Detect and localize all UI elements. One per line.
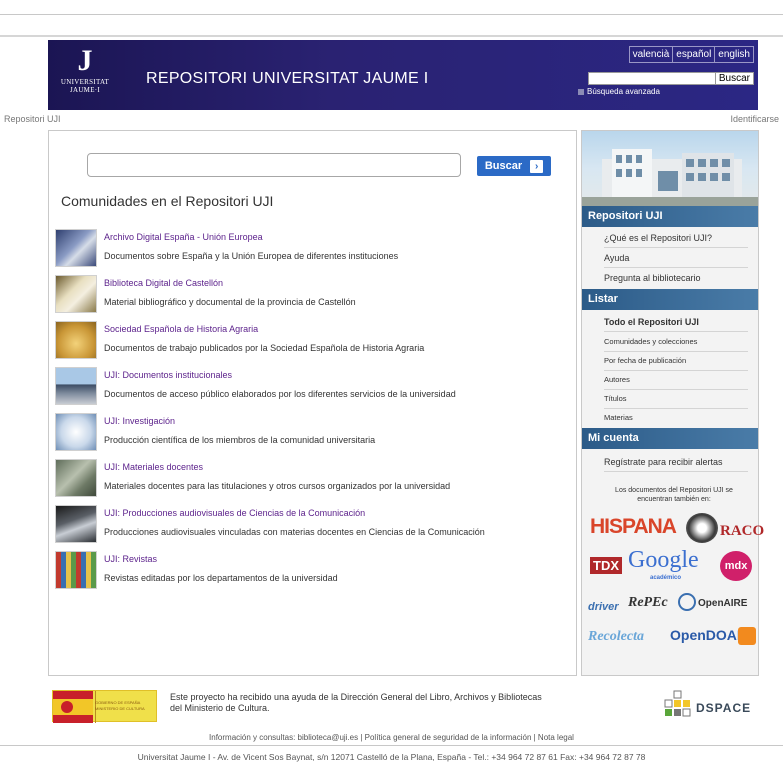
sidebar-item-fecha[interactable]: Por fecha de publicación — [604, 352, 748, 371]
community-link[interactable]: Sociedad Española de Historia Agraria — [104, 324, 258, 334]
community-item: UJI: Investigación Producción científica… — [55, 413, 575, 455]
header-search-input[interactable] — [587, 72, 716, 85]
sidebar-item-alertas[interactable]: Regístrate para recibir alertas — [604, 453, 748, 472]
community-description: Documentos de acceso público elaborados … — [104, 389, 456, 399]
advanced-search-label: Búsqueda avanzada — [587, 87, 660, 96]
driver-logo[interactable]: driver — [588, 601, 619, 613]
community-item: Archivo Digital España - Unión Europea D… — [55, 229, 575, 271]
community-link[interactable]: UJI: Documentos institucionales — [104, 370, 232, 380]
language-switcher: valencià español english — [628, 46, 754, 63]
sidebar-item-materias[interactable]: Materias — [604, 409, 748, 428]
site-title[interactable]: REPOSITORI UNIVERSITAT JAUME I — [146, 70, 429, 88]
dspace-logo[interactable]: DSPACE — [660, 690, 755, 722]
project-text: Este proyecto ha recibido una ayuda de l… — [170, 692, 542, 713]
community-description: Documentos sobre España y la Unión Europ… — [104, 251, 399, 261]
header-search-button[interactable]: Buscar — [715, 72, 754, 85]
logo-mark: J — [77, 44, 93, 77]
mdx-logo[interactable]: mdx — [720, 551, 752, 581]
chevron-right-icon: › — [530, 159, 544, 173]
partners-note: Los documentos del Repositori UJI se enc… — [615, 487, 733, 503]
advanced-search-link[interactable]: Búsqueda avanzada — [578, 87, 660, 96]
university-logo[interactable]: J UNIVERSITAT JAUME·I — [54, 44, 116, 106]
logo-line-2: JAUME·I — [69, 86, 101, 94]
campus-building-image — [582, 131, 758, 206]
sidebar-item-comunidades[interactable]: Comunidades y colecciones — [604, 333, 748, 352]
opendoar-logo[interactable]: OpenDOAR — [670, 627, 747, 643]
community-thumbnail[interactable] — [55, 505, 97, 543]
community-description: Producciones audiovisuales vinculadas co… — [104, 527, 485, 537]
gobierno-logo-text: GOBIERNO DE ESPAÑA MINISTERIO DE CULTURA — [95, 700, 145, 711]
community-description: Producción científica de los miembros de… — [104, 435, 376, 445]
main-content: Buscar › Comunidades en el Repositori UJ… — [48, 130, 577, 676]
footer-divider — [0, 745, 783, 746]
sidebar-item-que-es[interactable]: ¿Qué es el Repositori UJI? — [604, 229, 748, 248]
google-scholar-sublabel: académico — [650, 575, 682, 581]
top-divider — [0, 14, 783, 15]
recolecta-logo[interactable]: Recolecta — [588, 629, 644, 645]
sidebar-item-pregunta[interactable]: Pregunta al bibliotecario — [604, 269, 748, 288]
community-item: UJI: Producciones audiovisuales de Cienc… — [55, 505, 575, 547]
header-banner: J UNIVERSITAT JAUME·I REPOSITORI UNIVERS… — [48, 40, 758, 110]
community-item: Biblioteca Digital de Castellón Material… — [55, 275, 575, 317]
lang-espanol-link[interactable]: español — [672, 47, 714, 62]
lang-english-link[interactable]: english — [714, 47, 753, 62]
sidebar-heading-mi-cuenta: Mi cuenta — [582, 428, 758, 449]
sidebar: Repositori UJI ¿Qué es el Repositori UJI… — [581, 130, 764, 676]
rss-icon[interactable] — [738, 627, 756, 645]
community-link[interactable]: UJI: Materiales docentes — [104, 462, 203, 472]
sidebar-heading-repositori: Repositori UJI — [582, 206, 758, 227]
community-thumbnail[interactable] — [55, 459, 97, 497]
google-scholar-logo[interactable]: Google — [628, 547, 699, 574]
community-description: Revistas editadas por los departamentos … — [104, 573, 338, 583]
tdx-logo[interactable]: TDX — [590, 557, 622, 574]
main-search-label: Buscar — [484, 160, 523, 172]
footer-address: Universitat Jaume I - Av. de Vicent Sos … — [137, 752, 646, 762]
community-thumbnail[interactable] — [55, 367, 97, 405]
community-link[interactable]: Archivo Digital España - Unión Europea — [104, 232, 263, 242]
community-link[interactable]: UJI: Producciones audiovisuales de Cienc… — [104, 508, 365, 518]
partner-logos: HISPANA RACO TDX Google académico mdx dr… — [586, 511, 764, 661]
lang-valencia-link[interactable]: valencià — [630, 47, 673, 62]
breadcrumb[interactable]: Repositori UJI — [4, 114, 61, 124]
hispana-logo[interactable]: HISPANA — [590, 515, 677, 539]
raco-logo[interactable]: RACO — [720, 523, 764, 540]
community-item: UJI: Materiales docentes Materiales doce… — [55, 459, 575, 501]
square-bullet-icon — [578, 88, 584, 95]
main-search-button[interactable]: Buscar › — [477, 156, 551, 176]
sidebar-item-autores[interactable]: Autores — [604, 371, 748, 390]
community-description: Materiales docentes para las titulacione… — [104, 481, 451, 491]
footer-info-links[interactable]: Información y consultas: biblioteca@uji.… — [0, 733, 783, 742]
main-search-input[interactable] — [87, 153, 461, 177]
sidebar-heading-listar: Listar — [582, 289, 758, 310]
dspace-label: DSPACE — [696, 701, 752, 715]
community-item: UJI: Revistas Revistas editadas por los … — [55, 551, 575, 593]
openaire-logo[interactable]: OpenAIRE — [698, 598, 747, 609]
sidebar-item-ayuda[interactable]: Ayuda — [604, 249, 748, 268]
community-link[interactable]: UJI: Investigación — [104, 416, 175, 426]
login-link[interactable]: Identificarse — [730, 114, 779, 124]
logo-line-1: UNIVERSITAT — [60, 78, 110, 86]
openaire-ring-icon — [678, 593, 696, 611]
top-divider-2 — [0, 35, 783, 37]
community-thumbnail[interactable] — [55, 413, 97, 451]
community-link[interactable]: Biblioteca Digital de Castellón — [104, 278, 223, 288]
community-thumbnail[interactable] — [55, 551, 97, 589]
community-thumbnail[interactable] — [55, 321, 97, 359]
community-item: UJI: Documentos institucionales Document… — [55, 367, 575, 409]
community-link[interactable]: UJI: Revistas — [104, 554, 157, 564]
repec-logo[interactable]: RePEc — [628, 595, 668, 611]
community-thumbnail[interactable] — [55, 275, 97, 313]
header-search: Buscar — [587, 72, 754, 85]
community-item: Sociedad Española de Historia Agraria Do… — [55, 321, 575, 363]
page-title: Comunidades en el Repositori UJI — [61, 193, 274, 209]
sidebar-item-titulos[interactable]: Títulos — [604, 390, 748, 409]
globe-icon — [686, 513, 718, 543]
community-description: Material bibliográfico y documental de l… — [104, 297, 356, 307]
sidebar-item-todo[interactable]: Todo el Repositori UJI — [604, 313, 748, 332]
community-thumbnail[interactable] — [55, 229, 97, 267]
community-description: Documentos de trabajo publicados por la … — [104, 343, 425, 353]
